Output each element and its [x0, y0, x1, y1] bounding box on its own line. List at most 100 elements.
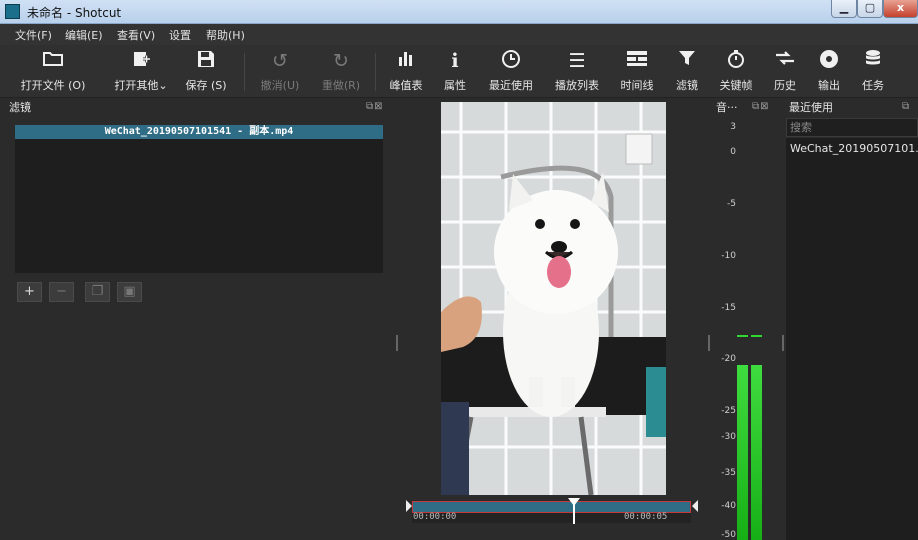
menu-edit[interactable]: 编辑(E) [65, 27, 103, 43]
recent-panel-title: 最近使用 [789, 101, 833, 114]
redo-button[interactable]: ↻ 重做(R) [316, 49, 366, 95]
meter-scale-label: -20 [721, 354, 736, 364]
meter-scale-label: -30 [721, 432, 736, 442]
keyframes-button[interactable]: 关键帧 [715, 49, 757, 95]
video-frame-image [441, 102, 666, 495]
filters-panel-float-close[interactable]: ⧉⊠ [366, 101, 384, 112]
close-button[interactable]: x [883, 0, 918, 18]
meter-peak-left [737, 334, 748, 337]
filters-panel: 滤镜 ⧉⊠ WeChat_20190507101541 - 副本.mp4 + −… [5, 98, 392, 540]
open-other-label: 打开其他⌄ [114, 79, 168, 92]
filters-panel-title: 滤镜 [9, 101, 31, 114]
peak-meter-button[interactable]: 峰值表 [384, 49, 428, 95]
menu-bar: 文件(F) 编辑(E) 查看(V) 设置 帮助(H) [0, 24, 918, 45]
recent-label: 最近使用 [489, 79, 533, 92]
copy-filter-button[interactable]: ❐ [85, 282, 110, 302]
timecode-start: 00:00:00 [413, 512, 457, 522]
toolbar-separator [375, 53, 376, 91]
panel-splitter[interactable] [396, 335, 398, 351]
recent-item[interactable]: WeChat_20190507101... [790, 142, 918, 155]
menu-view[interactable]: 查看(V) [117, 27, 155, 43]
maximize-button[interactable]: ▢ [857, 0, 883, 18]
plus-icon: + [24, 284, 35, 299]
peak-meter-icon [384, 49, 428, 73]
properties-label: 属性 [444, 79, 466, 92]
app-icon [5, 4, 20, 19]
recent-button[interactable]: 最近使用 [484, 49, 538, 95]
panel-splitter[interactable] [708, 335, 710, 351]
meter-scale-label: -5 [727, 199, 736, 209]
undo-button[interactable]: ↺ 撤消(U) [255, 49, 305, 95]
meter-scale-label: -50 [721, 530, 736, 540]
meter-scale-label: -15 [721, 303, 736, 313]
menu-settings[interactable]: 设置 [169, 27, 191, 43]
timeline-label: 时间线 [620, 79, 654, 92]
database-icon [856, 49, 890, 73]
audio-meter-title: 音··· [716, 101, 738, 114]
minimize-button[interactable]: ▁ [831, 0, 857, 18]
jobs-label: 任务 [862, 79, 884, 92]
filters-label: 滤镜 [676, 79, 698, 92]
filter-icon [670, 49, 704, 73]
folder-icon [14, 49, 92, 73]
history-icon [767, 49, 803, 73]
timecode-end: 00:00:05 [624, 512, 668, 522]
timeline-scrubber[interactable]: 00:00:00 00:00:05 [406, 498, 698, 524]
paste-icon: ▣ [123, 284, 136, 299]
timeline-button[interactable]: 时间线 [615, 49, 659, 95]
history-button[interactable]: 历史 [767, 49, 803, 95]
recent-search-input[interactable]: 搜索 [786, 118, 918, 137]
export-button[interactable]: 输出 [811, 49, 847, 95]
keyframes-label: 关键帧 [719, 79, 753, 92]
audio-meter-panel: 音··· ⧉⊠ 3 0 -5 -10 -15 -20 -25 -30 -35 -40 -50 [712, 98, 782, 540]
meter-scale-label: 3 [730, 122, 736, 132]
open-file-button[interactable]: 打开文件 (O) [14, 49, 92, 95]
video-preview[interactable] [441, 102, 666, 495]
meter-level-left [737, 365, 748, 540]
peak-meter-label: 峰值表 [389, 79, 423, 92]
menu-file[interactable]: 文件(F) [15, 27, 52, 43]
disc-icon [811, 49, 847, 73]
minimize-icon: ▁ [839, 1, 849, 14]
add-filter-button[interactable]: + [17, 282, 42, 302]
meter-level-right [751, 365, 762, 540]
audio-meter-float-close[interactable]: ⧉⊠ [752, 101, 770, 112]
properties-button[interactable]: i 属性 [436, 49, 474, 95]
stopwatch-icon [715, 49, 757, 73]
timeline-icon [615, 49, 659, 73]
save-label: 保存 (S) [185, 79, 227, 92]
meter-scale-label: -10 [721, 251, 736, 261]
window-title: 未命名 - Shotcut [27, 6, 122, 20]
copy-icon: ❐ [91, 284, 104, 299]
maximize-icon: ▢ [864, 1, 876, 14]
redo-label: 重做(R) [321, 79, 361, 92]
info-icon: i [451, 50, 459, 72]
filters-button[interactable]: 滤镜 [670, 49, 704, 95]
main-toolbar: 打开文件 (O) 打开其他⌄ 保存 (S) ↺ 撤消(U) ↻ 重做(R) 峰值… [0, 45, 918, 98]
shotcut-window: 未命名 - Shotcut ▁ ▢ x 文件(F) 编辑(E) 查看(V) 设置… [0, 0, 918, 540]
save-button[interactable]: 保存 (S) [176, 49, 236, 95]
history-label: 历史 [774, 79, 796, 92]
meter-peak-right [751, 334, 762, 337]
player-controls-row [402, 531, 707, 540]
paste-filter-button[interactable]: ▣ [117, 282, 142, 302]
panel-splitter[interactable] [782, 335, 784, 351]
playhead-handle[interactable] [567, 498, 580, 524]
playlist-button[interactable]: ☰ 播放列表 [550, 49, 604, 95]
meter-scale-label: 0 [730, 147, 736, 157]
open-other-button[interactable]: 打开其他⌄ [110, 49, 172, 95]
redo-icon: ↻ [333, 50, 349, 72]
filter-list[interactable]: WeChat_20190507101541 - 副本.mp4 [15, 125, 383, 273]
title-bar: 未命名 - Shotcut ▁ ▢ x [0, 0, 918, 24]
list-icon: ☰ [568, 50, 586, 72]
save-icon [176, 49, 236, 73]
recent-list: WeChat_20190507101... [786, 138, 918, 540]
toolbar-separator [244, 53, 245, 91]
jobs-button[interactable]: 任务 [856, 49, 890, 95]
undo-label: 撤消(U) [260, 79, 300, 92]
filter-clip-row[interactable]: WeChat_20190507101541 - 副本.mp4 [15, 125, 383, 139]
remove-filter-button[interactable]: − [49, 282, 74, 302]
recent-panel-float-button[interactable]: ⧉ [902, 101, 910, 112]
menu-help[interactable]: 帮助(H) [206, 27, 245, 43]
meter-scale-label: -35 [721, 468, 736, 478]
